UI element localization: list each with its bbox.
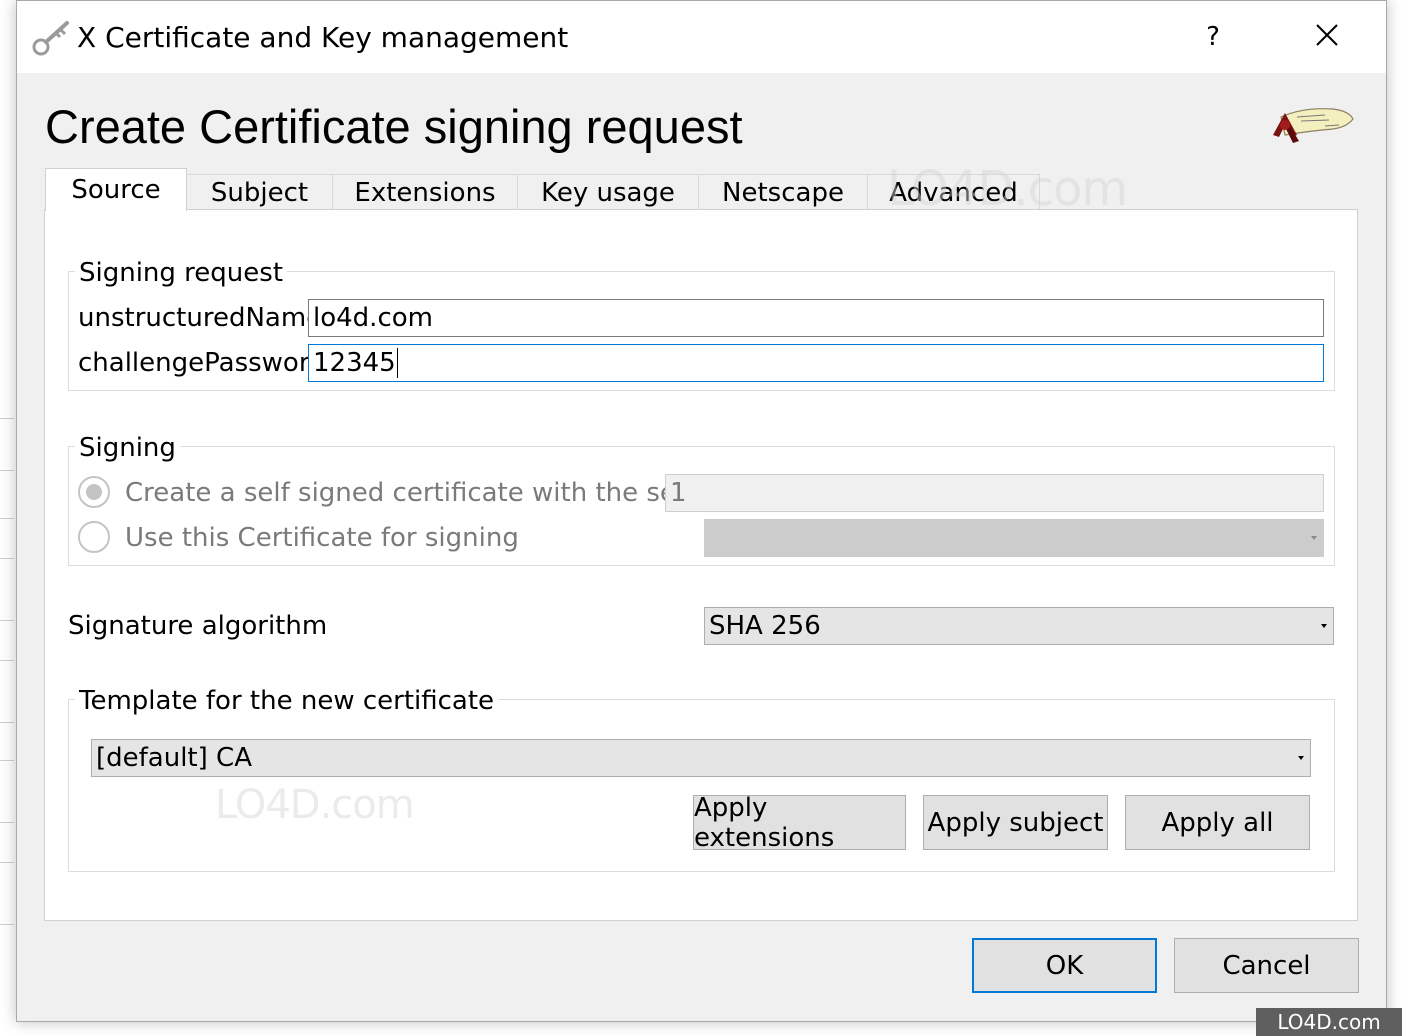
unstructured-name-input[interactable]: lo4d.com [308,299,1324,337]
unstructured-name-value: lo4d.com [313,303,433,333]
help-button[interactable]: ? [1185,1,1241,73]
certificate-scroll-icon [1263,103,1355,147]
serial-value: 1 [670,478,687,508]
signature-algorithm-value: SHA 256 [709,611,821,641]
tab-source[interactable]: Source [45,168,187,211]
challenge-password-label: challengePassword [78,348,326,378]
tab-extensions[interactable]: Extensions [332,174,518,210]
background-divider [0,558,14,559]
signing-title: Signing [75,433,180,463]
template-select[interactable]: [default] CA [91,739,1311,777]
background-divider [0,418,14,419]
apply-extensions-button[interactable]: Apply extensions [693,793,906,853]
apply-subject-button[interactable]: Apply subject [923,795,1108,850]
cancel-button[interactable]: Cancel [1174,938,1359,993]
background-divider [0,760,14,761]
watermark-logo: LO4D.com [887,161,1128,217]
certificate-dialog: X Certificate and Key management ? Creat… [16,0,1387,1022]
source-tab-panel: Signing request unstructuredName lo4d.co… [44,209,1358,921]
watermark-logo: LO4D.com [215,782,415,828]
background-divider [0,470,14,471]
signing-request-title: Signing request [75,258,288,288]
background-divider [0,862,14,863]
key-icon [31,17,73,57]
apply-all-button[interactable]: Apply all [1125,795,1310,850]
use-certificate-label: Use this Certificate for signing [125,523,519,553]
challenge-password-input[interactable]: 12345 [308,344,1324,382]
unstructured-name-label: unstructuredName [78,303,323,333]
signature-algorithm-select[interactable]: SHA 256 [704,607,1334,645]
close-button[interactable] [1299,1,1355,73]
tab-netscape[interactable]: Netscape [698,174,868,210]
background-divider [0,620,14,621]
text-caret [396,348,398,378]
template-value: [default] CA [96,743,252,773]
window-title: X Certificate and Key management [77,21,569,54]
self-signed-label: Create a self signed certificate with th… [125,478,717,508]
chevron-down-icon [1298,756,1304,760]
background-divider [0,722,14,723]
signing-certificate-select[interactable] [704,519,1324,557]
title-bar: X Certificate and Key management ? [17,1,1386,73]
background-divider [0,518,14,519]
page-heading: Create Certificate signing request [45,100,743,153]
serial-input[interactable]: 1 [665,474,1324,512]
close-icon [1316,23,1338,51]
template-title: Template for the new certificate [75,686,499,716]
chevron-down-icon [1321,624,1327,628]
use-certificate-radio[interactable] [78,521,110,553]
background-divider [0,822,14,823]
background-window-edge [0,0,16,1036]
signature-algorithm-label: Signature algorithm [68,611,328,641]
background-divider [0,924,14,925]
watermark-badge: LO4D.com [1256,1008,1402,1036]
tab-subject[interactable]: Subject [186,174,333,210]
background-divider [0,660,14,661]
ok-button[interactable]: OK [972,938,1157,993]
chevron-down-icon [1311,536,1317,540]
self-signed-radio[interactable] [78,476,110,508]
tab-key-usage[interactable]: Key usage [517,174,699,210]
challenge-password-value: 12345 [313,348,396,378]
